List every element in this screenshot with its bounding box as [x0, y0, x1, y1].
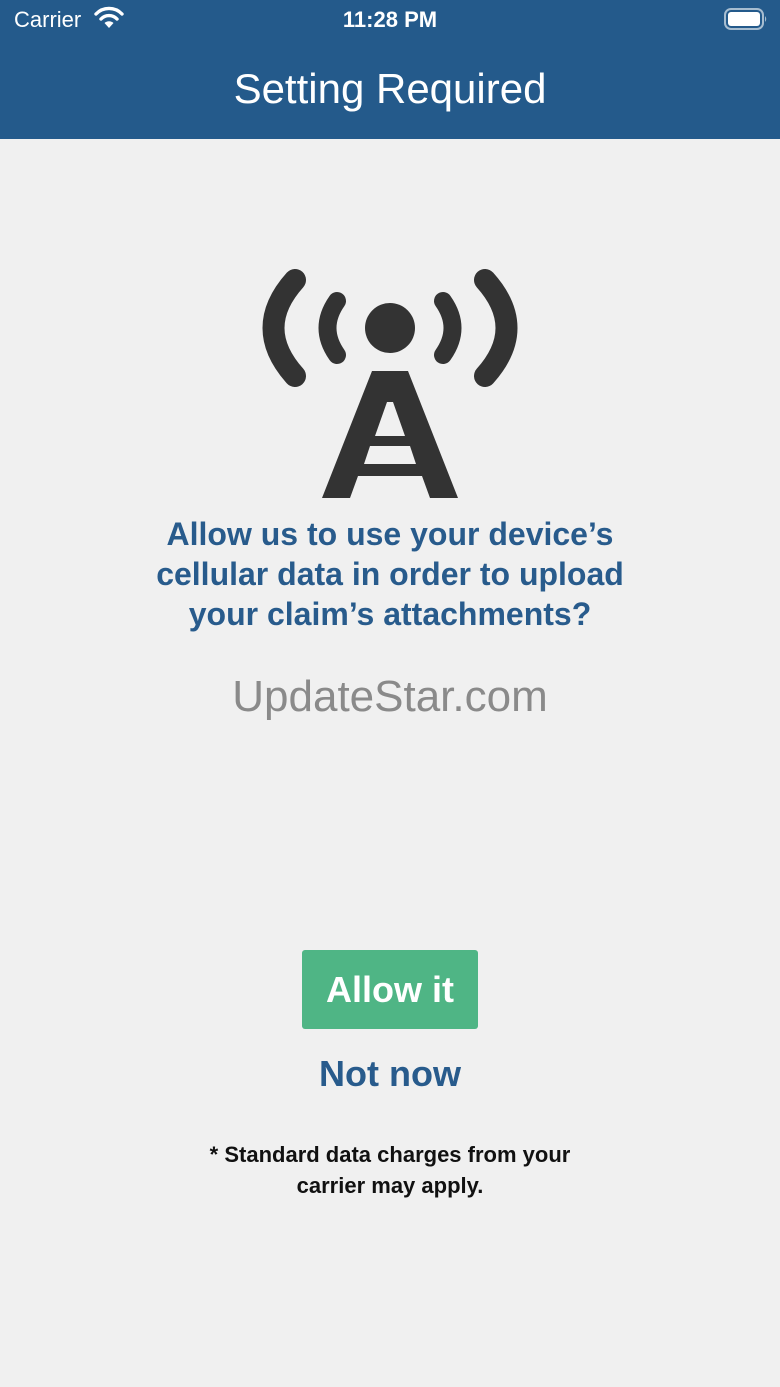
- header: Carrier 11:28 PM Setting Required: [0, 0, 780, 139]
- data-charges-disclaimer: * Standard data charges from your carrie…: [209, 1142, 571, 1198]
- battery-icon: [724, 8, 767, 30]
- not-now-button[interactable]: Not now: [0, 1052, 780, 1096]
- cell-tower-icon: [262, 269, 518, 498]
- status-bar: Carrier 11:28 PM: [0, 0, 780, 40]
- permission-screen: Carrier 11:28 PM Setting Required Allow …: [0, 0, 780, 1387]
- watermark: UpdateStar.com: [232, 672, 548, 721]
- clock: 11:28 PM: [342, 7, 438, 32]
- page-title: Setting Required: [233, 65, 547, 112]
- allow-button[interactable]: Allow it: [302, 950, 478, 1029]
- permission-prompt: Allow us to use your device’s cellular d…: [156, 516, 624, 632]
